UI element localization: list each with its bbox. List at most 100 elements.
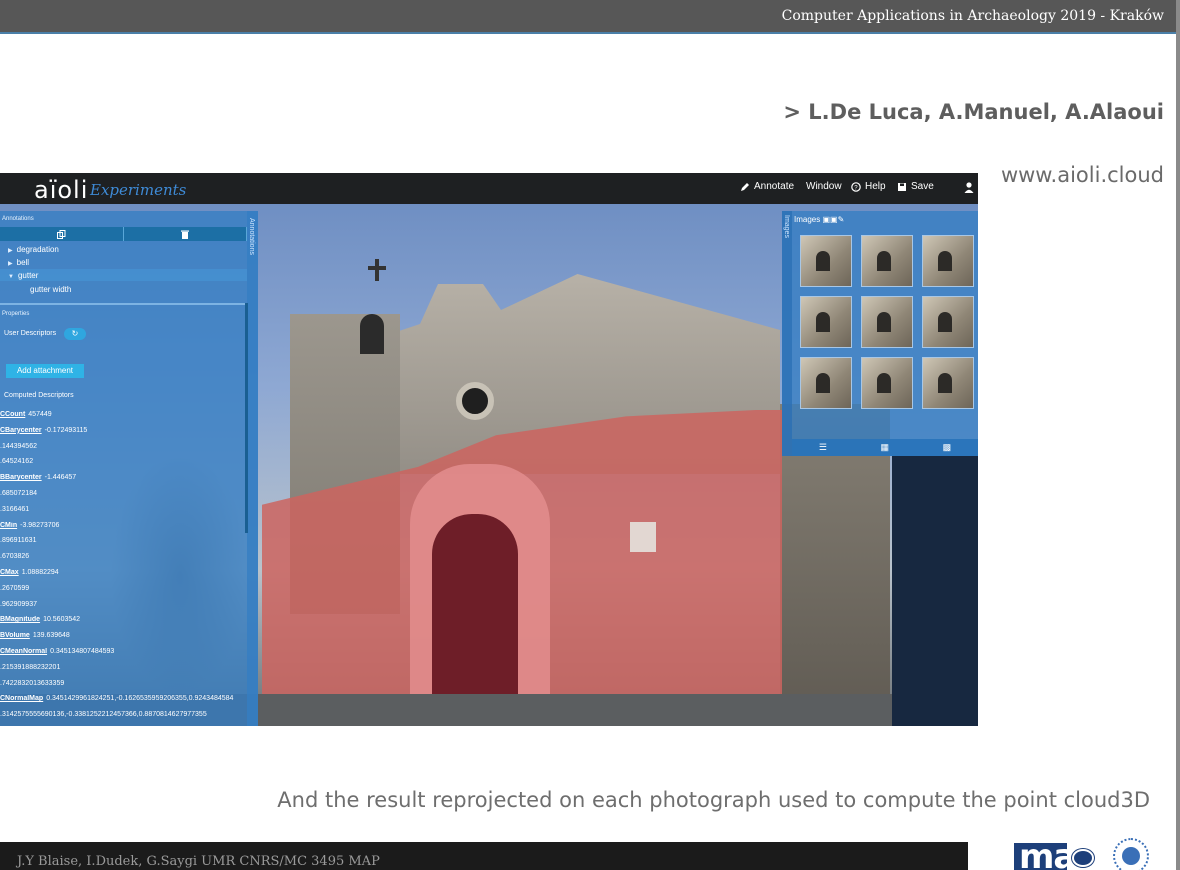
nav-annotate[interactable]: Annotate [740, 181, 794, 192]
cross-bar [368, 266, 386, 270]
map-logo-text: map [1019, 843, 1067, 870]
oculus-window [456, 382, 494, 420]
tree-item-gutter-width[interactable]: gutter width [30, 285, 71, 294]
delete-button[interactable] [124, 227, 247, 241]
bell [360, 314, 384, 354]
copy-icon [56, 229, 66, 239]
descriptor-key[interactable]: CMin [0, 522, 17, 529]
panel-divider[interactable] [0, 303, 247, 305]
add-attachment-button[interactable]: Add attachment [6, 364, 84, 378]
user-icon[interactable] [964, 182, 974, 193]
nav-help[interactable]: ? Help [851, 181, 886, 192]
descriptor-value: 139.639648 [32, 632, 70, 640]
copy-button[interactable] [0, 227, 124, 241]
cnrs-logo [1072, 849, 1094, 867]
descriptor-row: BMagnitude 10.5603542 [0, 616, 246, 632]
descriptor-key[interactable]: CCount [0, 411, 25, 418]
grid-large-icon[interactable]: ▩ [943, 442, 952, 453]
trash-icon [180, 230, 189, 239]
tree-label: gutter [17, 271, 39, 280]
slide: { "slide": { "conference": "Computer App… [0, 0, 1180, 870]
caret-right-icon: ▶ [8, 261, 13, 267]
image-thumbnail[interactable] [922, 357, 974, 409]
descriptor-value: .685072184 [0, 489, 37, 497]
descriptor-row: CMax 1.08882294 [0, 569, 246, 585]
descriptor-row: .6703826 [0, 553, 246, 569]
nav-save-label: Save [911, 181, 934, 192]
images-footer: ☰ ▦ ▩ [792, 439, 978, 456]
image-thumbnail[interactable] [800, 296, 852, 348]
descriptor-key[interactable]: CMeanNormal [0, 648, 47, 655]
nav-window[interactable]: Window [806, 181, 842, 192]
annotations-title: Annotations [2, 216, 34, 222]
descriptor-value: 0.345134807484593 [50, 647, 115, 655]
image-thumbnail[interactable] [800, 357, 852, 409]
image-thumbnail[interactable] [861, 296, 913, 348]
help-icon: ? [851, 181, 861, 192]
descriptor-value: .64524162 [0, 458, 34, 466]
descriptor-value: .896911631 [0, 537, 37, 545]
tree-item-degradation[interactable]: ▶ degradation [8, 245, 59, 254]
annotations-vtab-label: Annotations [248, 218, 255, 255]
slide-caption: And the result reprojected on each photo… [277, 788, 1150, 812]
annotations-vtab[interactable] [247, 211, 258, 726]
authors: > L.De Luca, A.Manuel, A.Alaoui [783, 100, 1164, 124]
map-logo-strip [1003, 843, 1016, 870]
images-vtab[interactable] [782, 211, 792, 456]
refresh-icon: ↻ [71, 329, 79, 338]
descriptor-key[interactable]: BMagnitude [0, 616, 40, 623]
image-thumbnail[interactable] [800, 235, 852, 287]
images-panel: Images Images ▣▣✎ ☰ ▦ ▩ [782, 211, 978, 456]
list-view-icon[interactable]: ☰ [819, 442, 827, 453]
tree-label: gutter width [30, 285, 72, 294]
descriptor-row: BVolume 139.639648 [0, 632, 246, 648]
images-title-label: Images [794, 215, 821, 224]
descriptor-value: -3.98273706 [20, 521, 60, 529]
cross [375, 259, 379, 281]
descriptor-key[interactable]: CNormalMap [0, 695, 43, 702]
viewer-background [892, 456, 978, 726]
descriptor-value: .962909937 [0, 600, 37, 608]
tree-label: bell [16, 258, 30, 267]
descriptor-value: -0.172493115 [44, 426, 88, 434]
conference-title: Computer Applications in Archaeology 201… [781, 8, 1164, 24]
descriptor-row: .3166461 [0, 506, 246, 522]
pencil-icon [741, 182, 749, 191]
nav-save[interactable]: Save [897, 181, 934, 192]
nav-help-label: Help [865, 181, 886, 192]
nav-annotate-label: Annotate [754, 181, 795, 192]
image-thumbnail[interactable] [922, 296, 974, 348]
descriptor-value: .2670599 [0, 584, 30, 592]
tree-item-bell[interactable]: ▶ bell [8, 258, 29, 267]
images-title: Images ▣▣✎ [794, 215, 844, 224]
descriptor-row: .3142575555690136,-0.3381252212457366,0.… [0, 711, 246, 726]
footer-bar: J.Y Blaise, I.Dudek, G.Saygi UMR CNRS/MC… [0, 842, 968, 870]
descriptor-key[interactable]: BBarycenter [0, 474, 42, 481]
refresh-button[interactable]: ↻ [64, 328, 86, 340]
descriptor-value: 1.08882294 [21, 568, 59, 576]
image-thumbnail[interactable] [922, 235, 974, 287]
image-thumbnail[interactable] [861, 357, 913, 409]
descriptor-value: -1.446457 [44, 474, 77, 482]
descriptor-key[interactable]: BVolume [0, 632, 30, 639]
computed-descriptors-list: CCount 457449 CBarycenter -0.172493115.1443… [0, 411, 246, 726]
descriptor-key[interactable]: CMax [0, 569, 19, 576]
website-link[interactable]: www.aioli.cloud [1001, 163, 1164, 187]
descriptor-row: .64524162 [0, 458, 246, 474]
caret-down-icon: ▼ [8, 274, 14, 280]
image-thumbnail[interactable] [861, 235, 913, 287]
annotations-toolbar [0, 227, 247, 241]
tree-label: degradation [16, 245, 59, 254]
slide-edge [1176, 0, 1180, 870]
aioli-app-screenshot: aïoli Experiments Annotate Window ? Help… [0, 173, 978, 726]
tree-item-gutter[interactable]: ▼ gutter [8, 271, 38, 280]
credits: J.Y Blaise, I.Dudek, G.Saygi UMR CNRS/MC… [17, 854, 380, 869]
descriptor-key[interactable]: CBarycenter [0, 427, 42, 434]
image-icons[interactable]: ▣▣✎ [822, 215, 844, 224]
properties-title: Properties [2, 311, 30, 317]
computed-descriptors-label: Computed Descriptors [4, 392, 74, 399]
anr-logo [1113, 838, 1149, 870]
descriptor-value: .3166461 [0, 505, 30, 513]
grid-small-icon[interactable]: ▦ [881, 442, 890, 453]
descriptor-row: CMeanNormal 0.345134807484593 [0, 648, 246, 664]
